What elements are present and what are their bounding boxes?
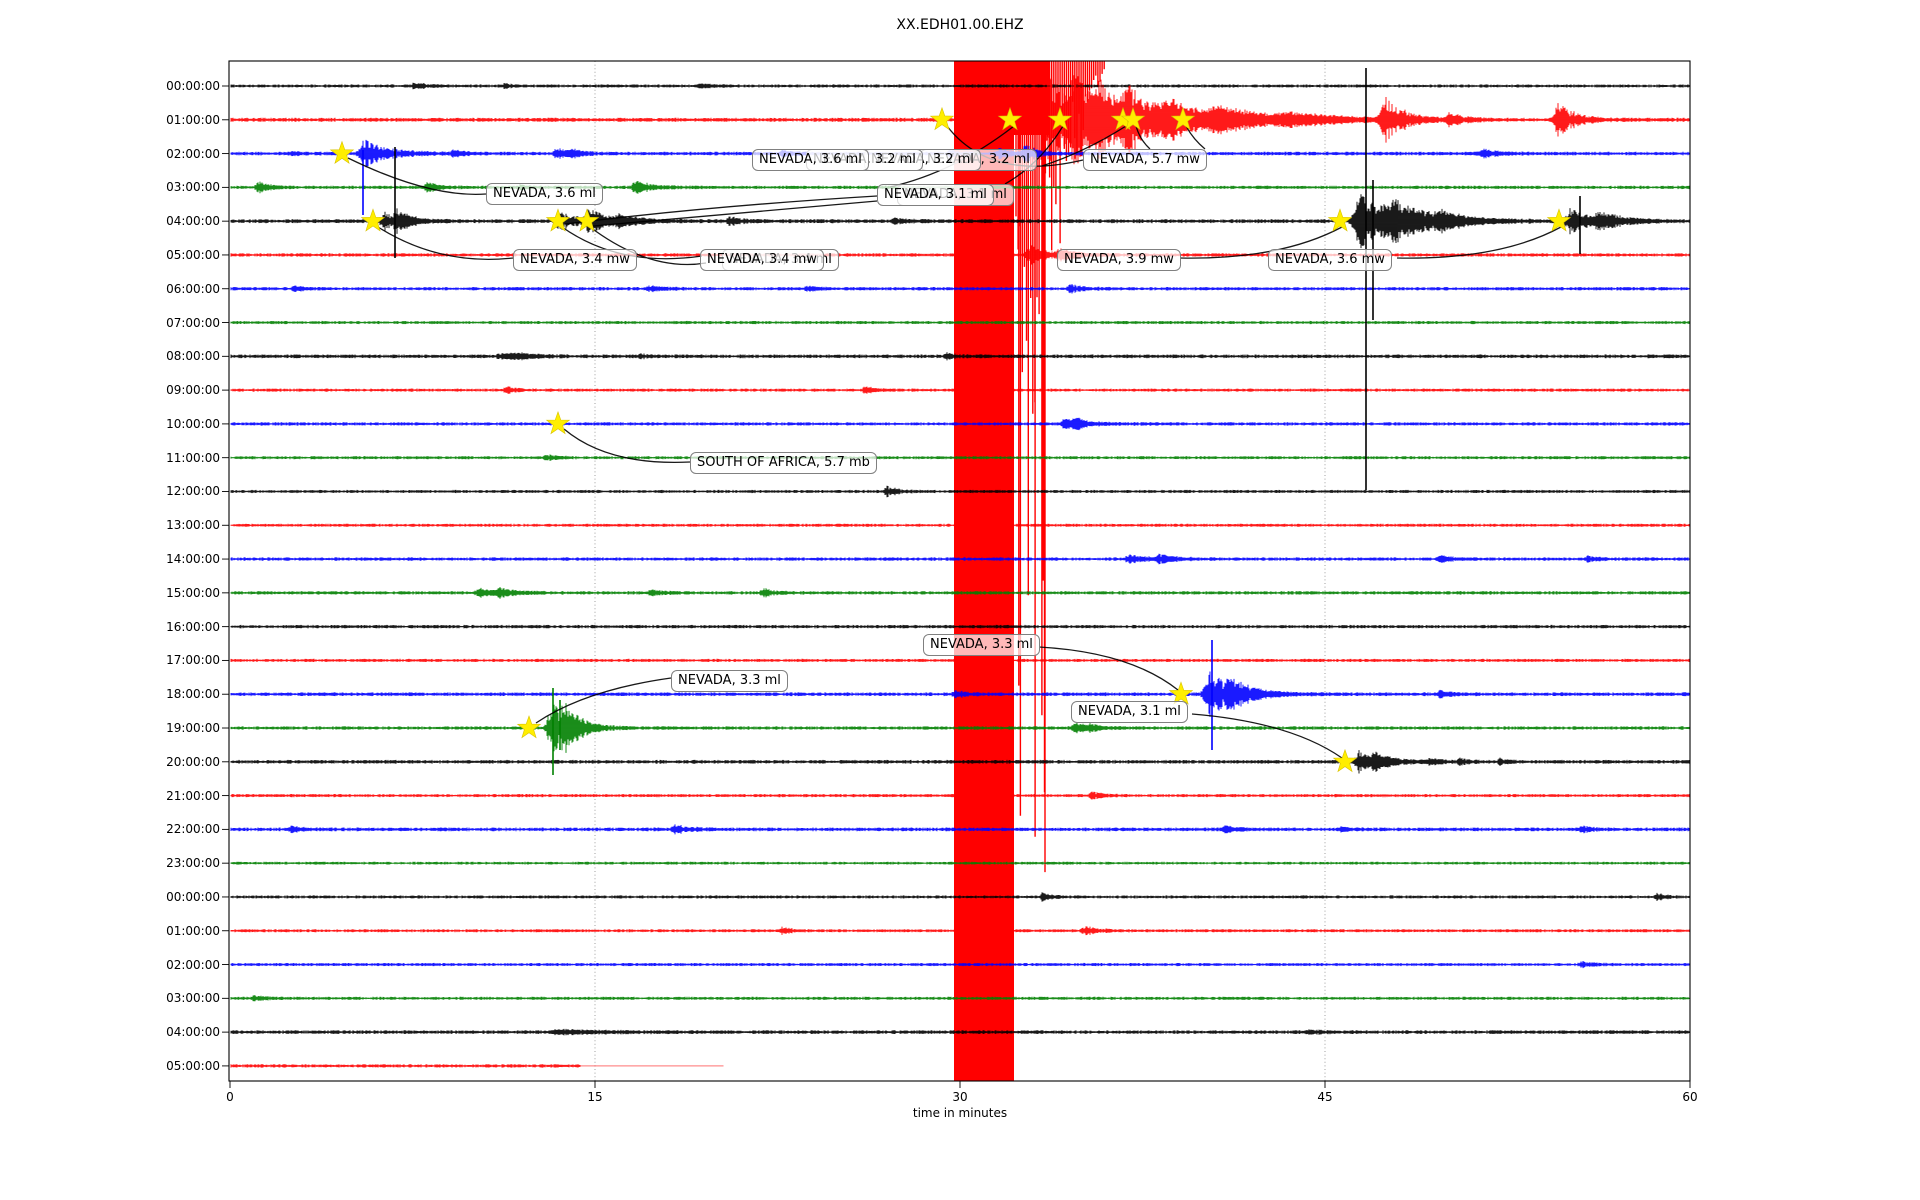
y-tick-label: 17:00:00 bbox=[166, 653, 220, 668]
event-label: NEVADA, 3.1 ml bbox=[877, 184, 994, 206]
y-tick-label: 13:00:00 bbox=[166, 518, 220, 533]
y-tick-label: 19:00:00 bbox=[166, 721, 220, 735]
y-tick-label: 03:00:00 bbox=[166, 180, 220, 195]
y-tick-label: 03:00:00 bbox=[166, 991, 220, 1006]
y-tick-label: 15:00:00 bbox=[166, 585, 220, 600]
y-tick-label: 16:00:00 bbox=[166, 619, 220, 634]
y-tick-label: 05:00:00 bbox=[166, 1058, 220, 1073]
helicorder-plot bbox=[222, 60, 1691, 1088]
x-axis-label: time in minutes bbox=[912, 1106, 1008, 1120]
y-tick-label: 23:00:00 bbox=[166, 856, 220, 871]
x-tick-label: 45 bbox=[1317, 1090, 1333, 1104]
y-tick-label: 10:00:00 bbox=[166, 416, 220, 431]
y-tick-label: 04:00:00 bbox=[166, 1025, 220, 1040]
y-tick-label: 20:00:00 bbox=[166, 754, 220, 769]
y-tick-label: 02:00:00 bbox=[166, 146, 220, 161]
event-label: SOUTH OF AFRICA, 5.7 mb bbox=[690, 452, 877, 474]
y-tick-label: 00:00:00 bbox=[166, 889, 220, 904]
event-label: NEVADA, 3.4 mw bbox=[513, 249, 637, 271]
y-tick-label: 04:00:00 bbox=[166, 214, 220, 229]
event-label: NEVADA, 3.9 mw bbox=[1057, 249, 1181, 271]
clipped-event-spray bbox=[1015, 61, 1105, 873]
y-tick-label: 18:00:00 bbox=[166, 687, 220, 702]
event-label: NEVADA, 3.6 ml bbox=[752, 149, 869, 171]
y-tick-label: 05:00:00 bbox=[166, 247, 220, 262]
event-star-icon bbox=[360, 208, 386, 232]
x-tick-label: 15 bbox=[587, 1090, 603, 1104]
x-tick-label: 0 bbox=[226, 1090, 234, 1104]
y-tick-label: 08:00:00 bbox=[166, 349, 220, 364]
seismogram-window: XX.EDH01.00.EHZ NEVADA, 3.2 mlNEVADA, 3.… bbox=[0, 0, 1920, 1200]
event-label: NEVADA, 3.3 ml bbox=[671, 670, 788, 692]
y-tick-label: 21:00:00 bbox=[166, 788, 220, 803]
y-tick-label: 01:00:00 bbox=[166, 923, 220, 938]
clipped-event-band bbox=[954, 61, 1014, 1081]
y-tick-label: 22:00:00 bbox=[166, 822, 220, 837]
seismogram-trace-row bbox=[230, 1064, 724, 1068]
y-tick-label: 14:00:00 bbox=[166, 552, 220, 567]
y-tick-label: 02:00:00 bbox=[166, 957, 220, 972]
y-tick-label: 11:00:00 bbox=[166, 450, 220, 465]
event-label: NEVADA, 3.3 ml bbox=[923, 634, 1040, 656]
x-tick-label: 60 bbox=[1682, 1090, 1698, 1104]
y-tick-label: 06:00:00 bbox=[166, 281, 220, 296]
event-label: NEVADA, 5.7 mw bbox=[1083, 149, 1207, 171]
event-label: NEVADA, 3.4 mw bbox=[700, 249, 824, 271]
event-star-icon bbox=[329, 140, 355, 165]
event-star-icon bbox=[929, 106, 955, 131]
event-label: NEVADA, 3.6 ml bbox=[486, 183, 603, 205]
y-tick-label: 07:00:00 bbox=[166, 315, 220, 330]
event-star-icon bbox=[516, 715, 542, 739]
event-star-icon bbox=[1332, 748, 1358, 773]
event-label: NEVADA, 3.6 mw bbox=[1268, 249, 1392, 271]
y-tick-label: 12:00:00 bbox=[166, 484, 220, 499]
y-tick-label: 09:00:00 bbox=[166, 383, 220, 398]
event-label: NEVADA, 3.1 ml bbox=[1071, 701, 1188, 723]
y-tick-label: 00:00:00 bbox=[166, 79, 220, 93]
y-tick-label: 01:00:00 bbox=[166, 112, 220, 127]
x-tick-label: 30 bbox=[952, 1090, 968, 1104]
